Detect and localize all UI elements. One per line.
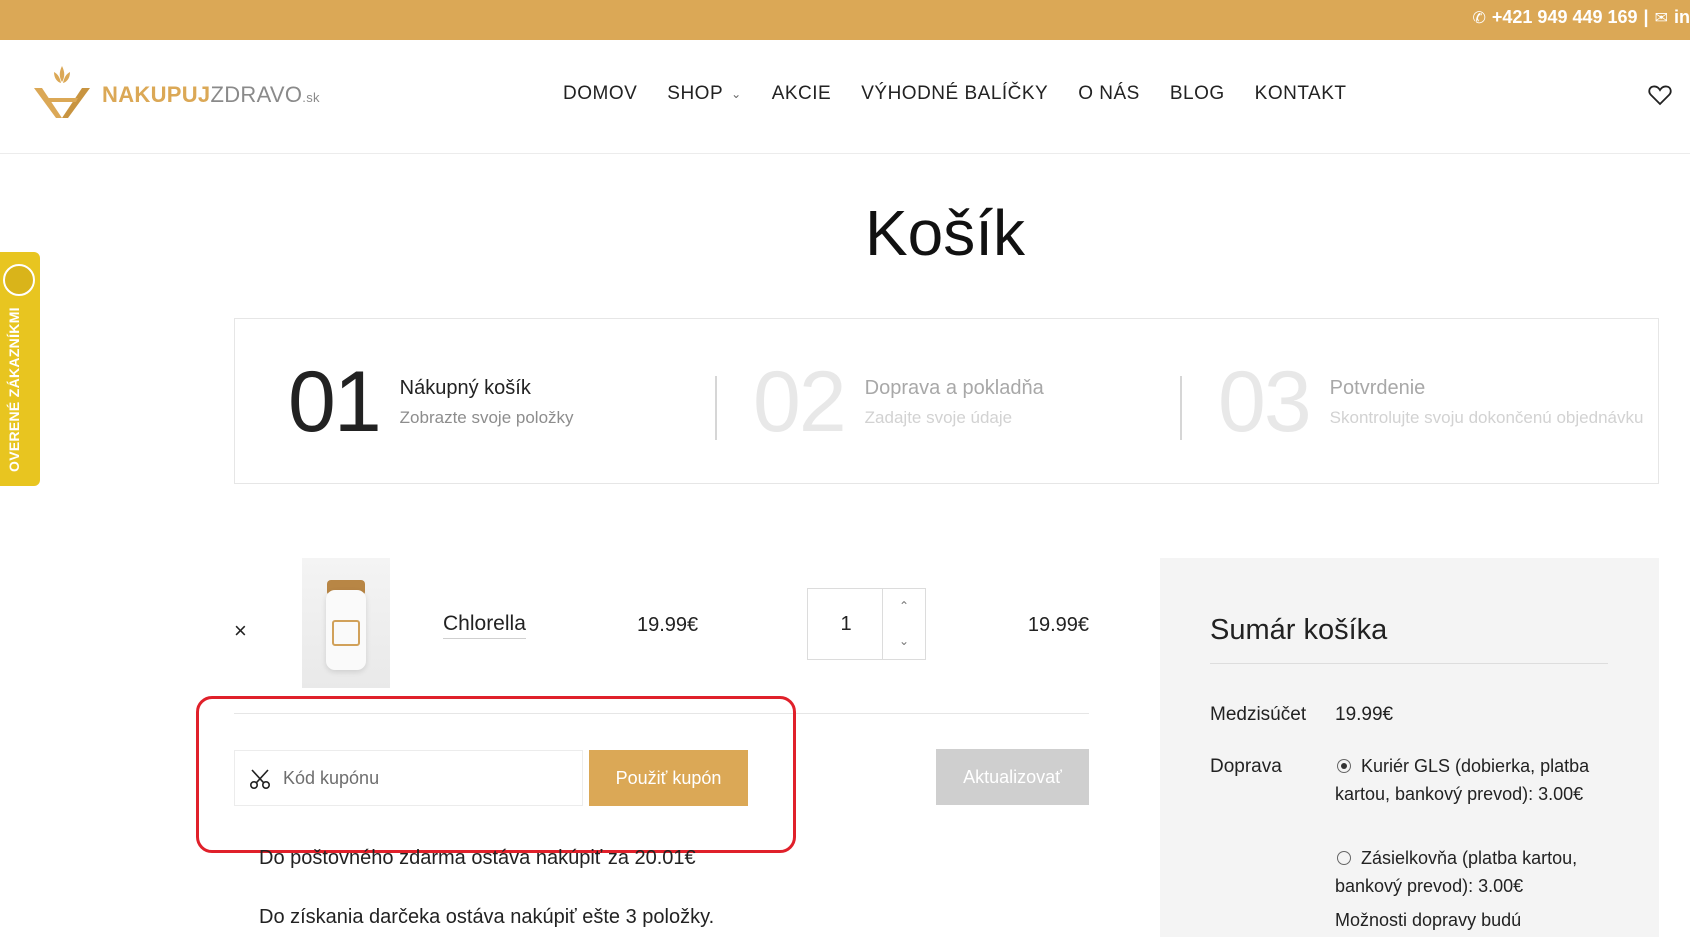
scissors-icon xyxy=(249,769,271,790)
update-cart-button[interactable]: Aktualizovať xyxy=(936,749,1089,805)
step-shipping: 02 Doprava a pokladňa Zadajte svoje údaj… xyxy=(753,319,1044,485)
product-price: 19.99€ xyxy=(637,614,699,636)
coupon-field xyxy=(234,750,583,806)
nav-label: SHOP xyxy=(667,83,724,104)
brand-light: ZDRAVO xyxy=(210,82,303,107)
nav-item-blog[interactable]: BLOG xyxy=(1170,83,1225,105)
nav-item-kontakt[interactable]: KONTAKT xyxy=(1255,83,1347,105)
contact-separator: | xyxy=(1643,7,1649,27)
top-bar: ✆ +421 949 449 169 | ✉ in xyxy=(0,0,1690,40)
summary-divider xyxy=(1210,663,1608,664)
step-number: 03 xyxy=(1218,354,1312,450)
top-contact: ✆ +421 949 449 169 | ✉ in xyxy=(1472,7,1690,28)
phone-icon: ✆ xyxy=(1472,9,1486,27)
step-confirmation: 03 Potvrdenie Skontrolujte svoju dokonče… xyxy=(1218,319,1643,485)
product-name-link[interactable]: Chlorella xyxy=(443,612,526,639)
step-subtitle: Zadajte svoje údaje xyxy=(864,407,1013,427)
nav-label: O NÁS xyxy=(1078,83,1140,104)
brand-bold: NAKUPUJ xyxy=(102,82,211,107)
product-thumbnail[interactable] xyxy=(302,558,390,688)
quantity-value[interactable]: 1 xyxy=(808,589,884,659)
shipping-option-label: Kuriér GLS (dobierka, platba kartou, ban… xyxy=(1335,756,1590,804)
logo-mark-icon xyxy=(34,66,90,118)
shipping-option-gls[interactable]: Kuriér GLS (dobierka, platba kartou, ban… xyxy=(1335,752,1605,808)
checkout-steps: 01 Nákupný košík Zobrazte svoje položky … xyxy=(234,318,1659,484)
shipping-option-label: Zásielkovňa (platba kartou, bankový prev… xyxy=(1335,848,1578,896)
free-shipping-note: Do poštovného zdarma ostáva nakúpiť za 2… xyxy=(259,847,696,869)
email-icon: ✉ xyxy=(1654,9,1668,27)
step-title: Nákupný košík xyxy=(399,376,531,399)
radio-unchecked-icon[interactable] xyxy=(1337,851,1351,865)
brand-tld: .sk xyxy=(302,90,320,105)
step-number: 01 xyxy=(288,354,382,450)
nav-label: KONTAKT xyxy=(1254,83,1347,104)
quantity-stepper[interactable]: 1 ⌃ ⌄ xyxy=(807,588,926,660)
site-header: NAKUPUJZDRAVO.sk DOMOV SHOP ⌄ AKCIE VÝHOD… xyxy=(0,40,1690,154)
step-title: Potvrdenie xyxy=(1329,376,1426,399)
chevron-down-icon[interactable]: ⌄ xyxy=(883,624,925,659)
bottle-label xyxy=(332,620,360,646)
page-title: Košík xyxy=(864,197,1026,269)
chevron-down-icon: ⌄ xyxy=(731,87,742,101)
nav-label: AKCIE xyxy=(771,83,832,104)
product-subtotal: 19.99€ xyxy=(1027,614,1089,636)
remove-item-button[interactable]: × xyxy=(234,618,247,644)
step-divider xyxy=(1180,376,1182,440)
email-fragment[interactable]: in xyxy=(1674,7,1690,28)
badge-text: OVERENÉ ZÁKAZNÍKMI xyxy=(6,307,22,472)
main-nav: DOMOV SHOP ⌄ AKCIE VÝHODNÉ BALÍČKY O NÁS … xyxy=(563,83,1377,105)
chevron-up-icon[interactable]: ⌃ xyxy=(883,589,925,624)
gift-note: Do získania darčeka ostáva nakúpiť ešte … xyxy=(259,906,715,928)
nav-item-o-nas[interactable]: O NÁS xyxy=(1078,83,1140,105)
step-subtitle: Skontrolujte svoju dokončenú objednávku xyxy=(1329,407,1644,427)
cart-item-row: × Chlorella 19.99€ 1 ⌃ ⌄ 19.99€ xyxy=(234,558,1089,714)
step-number: 02 xyxy=(753,354,847,450)
step-cart: 01 Nákupný košík Zobrazte svoje položky xyxy=(288,319,574,485)
cart-summary: Sumár košíka Medzisúčet 19.99€ Doprava K… xyxy=(1160,558,1659,937)
nav-item-vyhodne-balicky[interactable]: VÝHODNÉ BALÍČKY xyxy=(861,83,1048,105)
nav-label: VÝHODNÉ BALÍČKY xyxy=(861,83,1049,104)
subtotal-label: Medzisúčet xyxy=(1210,704,1307,725)
quantity-arrows: ⌃ ⌄ xyxy=(882,589,925,659)
step-divider xyxy=(715,376,717,440)
heart-icon xyxy=(1648,85,1672,106)
brand-name: NAKUPUJZDRAVO.sk xyxy=(102,82,320,108)
coupon-input[interactable] xyxy=(283,751,579,805)
nav-item-shop[interactable]: SHOP ⌄ xyxy=(667,83,741,105)
site-logo[interactable]: NAKUPUJZDRAVO.sk xyxy=(32,62,320,120)
nav-label: BLOG xyxy=(1169,83,1225,104)
nav-label: DOMOV xyxy=(563,83,638,104)
apply-coupon-button[interactable]: Použiť kupón xyxy=(589,750,748,806)
verified-customers-badge[interactable]: OVERENÉ ZÁKAZNÍKMI xyxy=(0,252,40,486)
subtotal-value: 19.99€ xyxy=(1335,704,1394,725)
nav-item-akcie[interactable]: AKCIE xyxy=(772,83,832,105)
radio-checked-icon[interactable] xyxy=(1337,759,1351,773)
phone-number[interactable]: +421 949 449 169 xyxy=(1492,7,1638,28)
nav-item-domov[interactable]: DOMOV xyxy=(563,83,637,105)
shipping-note: Možnosti dopravy budú xyxy=(1335,910,1522,930)
summary-title: Sumár košíka xyxy=(1210,614,1388,646)
step-subtitle: Zobrazte svoje položky xyxy=(399,407,574,427)
shipping-option-zasielkovna[interactable]: Zásielkovňa (platba kartou, bankový prev… xyxy=(1335,844,1605,900)
shipping-label: Doprava xyxy=(1210,756,1282,777)
wishlist-button[interactable] xyxy=(1648,84,1672,111)
step-title: Doprava a pokladňa xyxy=(864,376,1044,399)
